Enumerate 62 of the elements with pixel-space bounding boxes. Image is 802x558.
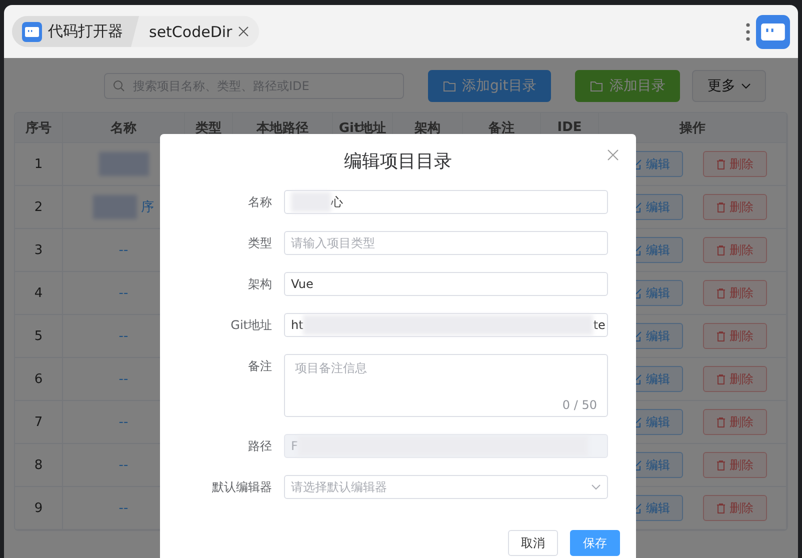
delete-button[interactable]: 删除 [702, 452, 766, 478]
trash-icon [716, 158, 726, 170]
delete-button[interactable]: 删除 [702, 323, 766, 349]
delete-button[interactable]: 删除 [702, 151, 766, 177]
caret-icon [741, 83, 752, 89]
textarea-field[interactable]: 项目备注信息 0 / 50 [284, 354, 608, 417]
delete-button[interactable]: 删除 [702, 280, 766, 306]
field-label: 名称 [247, 194, 273, 211]
table-cell: 7 [15, 401, 63, 444]
select-field[interactable]: 请选择默认编辑器 [284, 475, 608, 499]
delete-button[interactable]: 删除 [702, 366, 766, 392]
table-cell: 2 [15, 186, 63, 229]
table-cell: 9 [15, 487, 63, 530]
table-cell: 8 [15, 444, 63, 487]
app-icon [22, 22, 42, 42]
caret-icon [591, 484, 601, 490]
trash-icon [716, 416, 726, 428]
more-dropdown-button[interactable]: 更多 [692, 70, 766, 102]
input-field[interactable]: 请输入项目类型 [284, 231, 608, 255]
column-header: 操作 [599, 113, 787, 143]
folder-icon [443, 80, 456, 92]
column-header: 序号 [15, 113, 63, 143]
field-label: 类型 [247, 235, 273, 252]
trash-icon [716, 288, 726, 298]
close-icon[interactable] [238, 26, 250, 37]
more-icon[interactable] [746, 22, 750, 42]
cancel-button[interactable]: 取消 [508, 530, 558, 556]
add-folder-button[interactable]: 添加git目录 [428, 70, 552, 102]
table-cell: 5 [15, 315, 63, 358]
app-icon[interactable] [756, 14, 790, 48]
trash-icon [716, 502, 726, 514]
save-button[interactable]: 保存 [570, 530, 620, 556]
trash-icon [716, 202, 726, 212]
delete-button[interactable]: 删除 [702, 409, 766, 435]
close-button[interactable] [606, 148, 620, 162]
input-field[interactable]: 心 [284, 190, 608, 214]
table-cell: 4 [15, 272, 63, 315]
redaction-block [93, 195, 137, 219]
input-field[interactable]: ht te [284, 313, 608, 337]
trash-icon [716, 374, 726, 384]
tab[interactable]: 代码打开器 [12, 16, 139, 47]
input-field[interactable]: Vue [284, 272, 608, 296]
table-cell: 3 [15, 229, 63, 272]
search-icon [113, 80, 125, 92]
delete-button[interactable]: 删除 [702, 194, 766, 220]
delete-button[interactable]: 删除 [702, 495, 766, 521]
redaction-block [98, 152, 148, 176]
add-folder-button[interactable]: 添加目录 [575, 70, 680, 102]
field-label: 架构 [247, 276, 273, 293]
field-label: 默认编辑器 [211, 479, 273, 496]
field-label: Git地址 [230, 317, 273, 334]
field-label: 备注 [247, 358, 273, 375]
table-cell: 1 [15, 143, 63, 186]
trash-icon [716, 244, 726, 256]
delete-button[interactable]: 删除 [702, 237, 766, 263]
field-label: 路径 [247, 438, 273, 455]
folder-icon [590, 80, 604, 92]
column-header: 名称 [63, 113, 185, 143]
trash-icon [716, 460, 726, 470]
dialog-title: 编辑项目目录 [344, 150, 452, 174]
trash-icon [716, 330, 726, 342]
table-cell: 6 [15, 358, 63, 401]
